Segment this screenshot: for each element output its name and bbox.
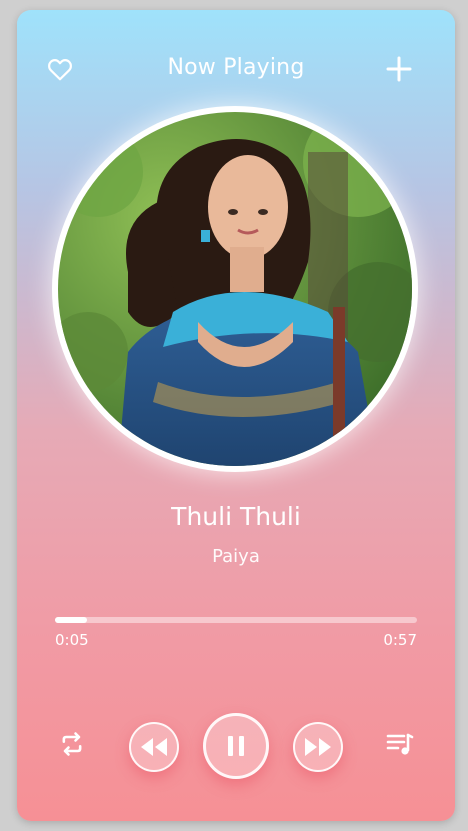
pause-icon: [228, 736, 244, 756]
repeat-icon: [62, 732, 82, 756]
player-card: Now Playing Thuli Thuli Paiya 0:05 0:57: [17, 10, 455, 821]
rewind-button[interactable]: [129, 722, 179, 772]
track-title: Thuli Thuli: [171, 502, 301, 531]
album-art: [58, 112, 412, 466]
plus-icon: [386, 56, 412, 82]
track-artist: Paiya: [212, 546, 260, 567]
progress-fill: [55, 617, 87, 623]
total-duration: 0:57: [383, 631, 417, 649]
playlist-button[interactable]: [383, 727, 417, 761]
fast-forward-button[interactable]: [293, 722, 343, 772]
pause-button[interactable]: [203, 713, 269, 779]
progress-bar[interactable]: [55, 617, 417, 623]
playlist-icon: [386, 733, 414, 755]
add-button[interactable]: [384, 54, 414, 84]
rewind-icon: [141, 738, 167, 756]
fast-forward-icon: [305, 738, 331, 756]
elapsed-time: 0:05: [55, 631, 89, 649]
album-art-frame: [52, 106, 418, 472]
repeat-button[interactable]: [55, 727, 89, 761]
